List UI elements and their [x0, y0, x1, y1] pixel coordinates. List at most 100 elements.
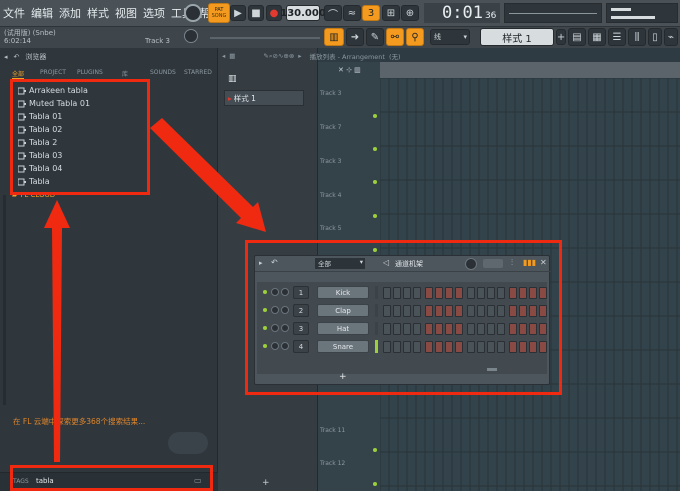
playlist-view-button[interactable]: ▤	[568, 28, 586, 46]
song-label: SONG	[211, 13, 227, 19]
mixer-icon: ⫼	[634, 31, 640, 43]
metronome-icon: ⌒	[328, 9, 338, 21]
pitch-knob[interactable]	[184, 29, 198, 43]
link-icon: ⚯	[390, 31, 400, 43]
play-icon: ▶	[234, 7, 242, 19]
track-label[interactable]: Track 3	[320, 90, 341, 97]
pencil-icon: ✎	[370, 31, 380, 43]
playlist-title: 播放列表 - Arrangement	[309, 53, 385, 61]
add-pattern-button[interactable]: +	[262, 478, 270, 488]
track-label[interactable]: Track 5	[320, 225, 341, 232]
grid-icon[interactable]: ▦	[229, 52, 235, 60]
menu-view[interactable]: 视图	[112, 5, 140, 21]
pattern-list-item[interactable]: ▸ 样式 1	[224, 90, 304, 106]
blend-notes-button[interactable]: ⊕	[401, 5, 419, 21]
link-button[interactable]: ⚯	[386, 28, 404, 46]
tab-starred[interactable]: STARRED	[184, 69, 212, 76]
time-fraction: 36	[484, 11, 497, 21]
countdown-button[interactable]: 3	[362, 5, 380, 21]
browser-scrollbar[interactable]	[3, 195, 6, 405]
piano-roll-button[interactable]: ▥	[324, 28, 344, 46]
tab-plugins[interactable]: PLUGINS	[77, 69, 103, 76]
mixer-select[interactable]: 线 ▾	[430, 29, 470, 45]
master-pitch-slider[interactable]	[210, 37, 320, 39]
tab-project[interactable]: PROJECT	[40, 69, 66, 76]
cpu-meter	[606, 3, 678, 23]
plugin-view-button[interactable]: ⌁	[664, 28, 678, 46]
step-edit-button[interactable]: ⊞	[382, 5, 400, 21]
pattern-item-label: 样式 1	[233, 93, 256, 103]
collapse-icon[interactable]: ◂	[4, 53, 8, 61]
loop-icon: ≈	[347, 7, 357, 19]
track-label[interactable]: Track 11	[320, 427, 345, 434]
playlist-timeline[interactable]	[380, 62, 680, 78]
tempo-display[interactable]: 130.000	[280, 5, 326, 21]
track-mute-led[interactable]	[373, 448, 377, 452]
chevron-down-icon: ▾	[463, 33, 467, 41]
track-label[interactable]: Track 3	[320, 158, 341, 165]
wait-input-button[interactable]: ≈	[343, 5, 361, 21]
track-mute-led[interactable]	[373, 180, 377, 184]
collapse-icon[interactable]: ◂	[222, 52, 225, 60]
pattern-selector-value: 样式 1	[502, 33, 532, 45]
stamp-button[interactable]: ⚲	[406, 28, 424, 46]
menu-file[interactable]: 文件	[0, 5, 28, 21]
back-icon[interactable]: ↶	[14, 53, 20, 61]
time-main: 0:01	[442, 3, 483, 23]
master-volume-knob[interactable]	[184, 4, 202, 22]
menu-options[interactable]: 选项	[140, 5, 168, 21]
menu-add[interactable]: 添加	[56, 5, 84, 21]
track-label[interactable]: Track 4	[320, 192, 341, 199]
countdown-icon: 3	[367, 7, 375, 19]
blend-icon: ⊕	[405, 7, 415, 19]
play-button[interactable]: ▶	[230, 5, 246, 21]
play-pattern-icon: ▸	[228, 93, 232, 103]
rack-icon: ☰	[612, 31, 622, 43]
track-label[interactable]: Track 7	[320, 124, 341, 131]
stop-button[interactable]: ■	[248, 5, 264, 21]
piano-roll-view-button[interactable]: ▦	[588, 28, 606, 46]
time-display: 0:01 36	[424, 3, 500, 23]
mixer-view-button[interactable]: ⫼	[628, 28, 646, 46]
menu-edit[interactable]: 编辑	[28, 5, 56, 21]
plus-pattern-button[interactable]: +	[556, 29, 566, 45]
stop-icon: ■	[251, 7, 261, 19]
cloud-search-hint[interactable]: 在 FL 云端中探索更多368个搜索结果...	[13, 416, 145, 427]
track-mute-led[interactable]	[373, 147, 377, 151]
track-mute-led[interactable]	[373, 214, 377, 218]
arrangement-select[interactable]: (无)	[389, 51, 401, 61]
stamp-icon: ⚲	[411, 31, 419, 43]
playlist-header: ◂ ▦ ✎⌕⊘∿⊕⊗ ▸ 播放列表 - Arrangement (无)	[218, 50, 680, 62]
keys-icon: ▦	[592, 31, 602, 43]
pat-song-toggle[interactable]: PAT SONG	[208, 3, 230, 23]
arrow-right-icon: ➜	[350, 31, 360, 43]
record-icon: ●	[269, 7, 279, 19]
highlight-channel-rack	[245, 240, 562, 395]
tab-sounds[interactable]: SOUNDS	[150, 69, 176, 76]
menu-patterns[interactable]: 样式	[84, 5, 112, 21]
tab-all[interactable]: 全部	[12, 69, 25, 79]
browser-title: 浏览器	[25, 53, 47, 61]
track-mute-led[interactable]	[373, 482, 377, 486]
draw-tool-button[interactable]: ✎	[366, 28, 384, 46]
track-mute-led[interactable]	[373, 114, 377, 118]
pattern-selector[interactable]: 样式 1	[480, 28, 554, 46]
track-label[interactable]: Track 12	[320, 460, 345, 467]
hint-track: Track 3	[145, 37, 170, 45]
playlist-tools[interactable]: ✕ ⊹ ▥	[338, 66, 361, 74]
arrow-button[interactable]: ➜	[346, 28, 364, 46]
highlight-search-bar	[10, 465, 213, 491]
piano-roll-toggle-icon[interactable]: ▥	[228, 74, 237, 84]
toolset-icon[interactable]: ✎⌕⊘∿⊕⊗	[263, 52, 294, 61]
step-edit-icon: ⊞	[386, 7, 396, 19]
channel-rack-view-button[interactable]: ☰	[608, 28, 626, 46]
snap-icon[interactable]: ▸	[298, 52, 301, 60]
oscilloscope	[504, 3, 602, 23]
metronome-button[interactable]: ⌒	[324, 5, 342, 21]
mixer-select-value: 线	[434, 33, 441, 41]
piano-icon: ▥	[329, 31, 339, 43]
plug-icon: ⌁	[667, 31, 675, 43]
playlist-icon: ▤	[572, 31, 582, 43]
browser-view-button[interactable]: ▯	[648, 28, 662, 46]
tab-library[interactable]: 库	[122, 69, 128, 78]
